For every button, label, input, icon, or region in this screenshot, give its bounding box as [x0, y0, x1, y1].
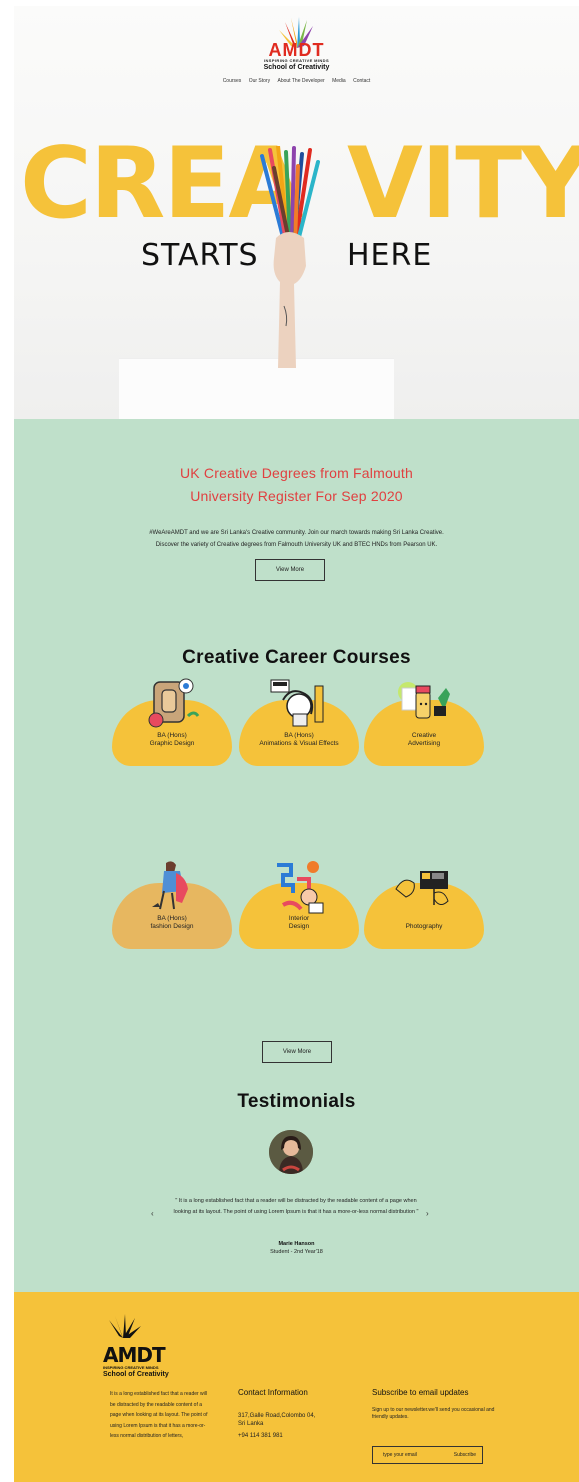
testimonials-title: Testimonials: [237, 1091, 356, 1112]
testimonial-name: Marie Hanson: [278, 1241, 315, 1247]
hero-sub-right: HERE: [347, 238, 433, 273]
main-section: UK Creative Degrees from Falmouth Univer…: [14, 419, 579, 1292]
testimonial-next-icon[interactable]: ›: [426, 1209, 429, 1218]
contact-title: Contact Information: [238, 1388, 308, 1397]
course-label-line-1: Interior: [288, 915, 310, 922]
course-label: BA (Hons) Animations & Visual Effects: [239, 732, 359, 748]
nav-item-media[interactable]: Media: [332, 78, 346, 84]
intro-body: #WeAreAMDT and we are Sri Lanka's Creati…: [149, 530, 444, 548]
testimonial-role: Student - 2nd Year'18: [270, 1249, 323, 1255]
course-card-interior[interactable]: Interior Design: [239, 859, 359, 949]
advertising-illustration-icon: [398, 682, 450, 719]
hero-section: AMDT INSPIRING CREATIVE MINDS School of …: [14, 6, 579, 419]
hero-sub-left: STARTS: [141, 238, 259, 273]
contact-address: 317,Galle Road,Colombo 04, Sri Lanka: [238, 1413, 315, 1428]
intro-headline: UK Creative Degrees from Falmouth Univer…: [14, 462, 579, 508]
course-label: Photography: [364, 923, 484, 931]
subscribe-button[interactable]: Subscribe: [454, 1447, 476, 1463]
nav-item-about-developer[interactable]: About The Developer: [278, 78, 325, 84]
subscribe-title: Subscribe to email updates: [372, 1388, 469, 1397]
course-label-line-1: Photography: [405, 923, 443, 930]
hand-with-pencils-image: [260, 146, 320, 368]
nav-item-our-story[interactable]: Our Story: [249, 78, 270, 84]
logo-school: School of Creativity: [263, 64, 330, 71]
email-field[interactable]: [373, 1447, 435, 1463]
course-card-animation[interactable]: BA (Hons) Animations & Visual Effects: [239, 676, 359, 766]
course-label-line-2: fashion Design: [150, 923, 194, 930]
course-label-line-2: Design: [288, 923, 310, 930]
footer-logo-school: School of Creativity: [103, 1371, 169, 1378]
site-logo[interactable]: AMDT INSPIRING CREATIVE MINDS School of …: [14, 16, 579, 72]
course-card-fashion[interactable]: BA (Hons) fashion Design: [112, 859, 232, 949]
nav-item-courses[interactable]: Courses: [223, 78, 242, 84]
courses-view-more-button[interactable]: View More: [262, 1041, 332, 1063]
hero-word-right: VITY: [347, 127, 579, 241]
view-more-button[interactable]: View More: [255, 559, 325, 581]
intro-headline-line-1: UK Creative Degrees from Falmouth: [179, 465, 413, 481]
interior-illustration-icon: [277, 861, 324, 914]
photography-illustration-icon: [395, 871, 449, 905]
course-label-line-1: BA (Hons): [157, 732, 187, 739]
page: AMDT INSPIRING CREATIVE MINDS School of …: [0, 0, 579, 1482]
course-label: Creative Advertising: [364, 732, 484, 748]
course-label-line-1: BA (Hons): [157, 915, 187, 922]
footer-logo[interactable]: AMDT INSPIRING CREATIVE MINDS School of …: [103, 1314, 193, 1379]
course-label: Interior Design: [239, 915, 359, 931]
course-card-graphic-design[interactable]: BA (Hons) Graphic Design: [112, 676, 232, 766]
course-label-line-2: Graphic Design: [149, 740, 195, 747]
graphic-design-illustration-icon: [148, 678, 200, 728]
footer: AMDT INSPIRING CREATIVE MINDS School of …: [14, 1292, 579, 1482]
main-nav: Courses Our Story About The Developer Me…: [14, 78, 579, 84]
fashion-illustration-icon: [152, 861, 188, 910]
nav-item-contact[interactable]: Contact: [353, 78, 370, 84]
animation-illustration-icon: [270, 679, 324, 727]
subscribe-text: Sign up to our newsletter.we'll send you…: [372, 1407, 495, 1420]
course-label-line-2: Animations & Visual Effects: [259, 740, 339, 747]
testimonial-prev-icon[interactable]: ‹: [151, 1209, 154, 1218]
courses-title: Creative Career Courses: [182, 647, 411, 668]
contact-address-line-2: Sri Lanka: [238, 1420, 264, 1427]
course-label-line-1: BA (Hons): [284, 732, 314, 739]
subscribe-form: Subscribe: [372, 1446, 483, 1464]
intro-headline-line-2: University Register For Sep 2020: [190, 488, 403, 504]
course-card-advertising[interactable]: Creative Advertising: [364, 676, 484, 766]
contact-address-line-1: 317,Galle Road,Colombo 04,: [238, 1413, 316, 1419]
course-label: BA (Hons) Graphic Design: [112, 732, 232, 748]
course-card-photography[interactable]: Photography: [364, 859, 484, 949]
course-label: BA (Hons) fashion Design: [112, 915, 232, 931]
avatar: [269, 1130, 313, 1174]
logo-wordmark: AMDT: [268, 40, 325, 60]
testimonial-quote: " It is a long established fact that a r…: [173, 1198, 419, 1215]
contact-phone[interactable]: +94 114 381 981: [238, 1433, 283, 1439]
footer-logo-brush-icon: [109, 1314, 141, 1338]
testimonial-portrait-image: [269, 1130, 313, 1174]
footer-about-text: It is a long established fact that a rea…: [110, 1391, 208, 1439]
footer-logo-wordmark: AMDT: [103, 1343, 166, 1367]
course-label-line-1: Creative: [411, 732, 437, 739]
site-frame: AMDT INSPIRING CREATIVE MINDS School of …: [14, 6, 579, 1482]
course-label-line-2: Advertising: [407, 740, 441, 747]
